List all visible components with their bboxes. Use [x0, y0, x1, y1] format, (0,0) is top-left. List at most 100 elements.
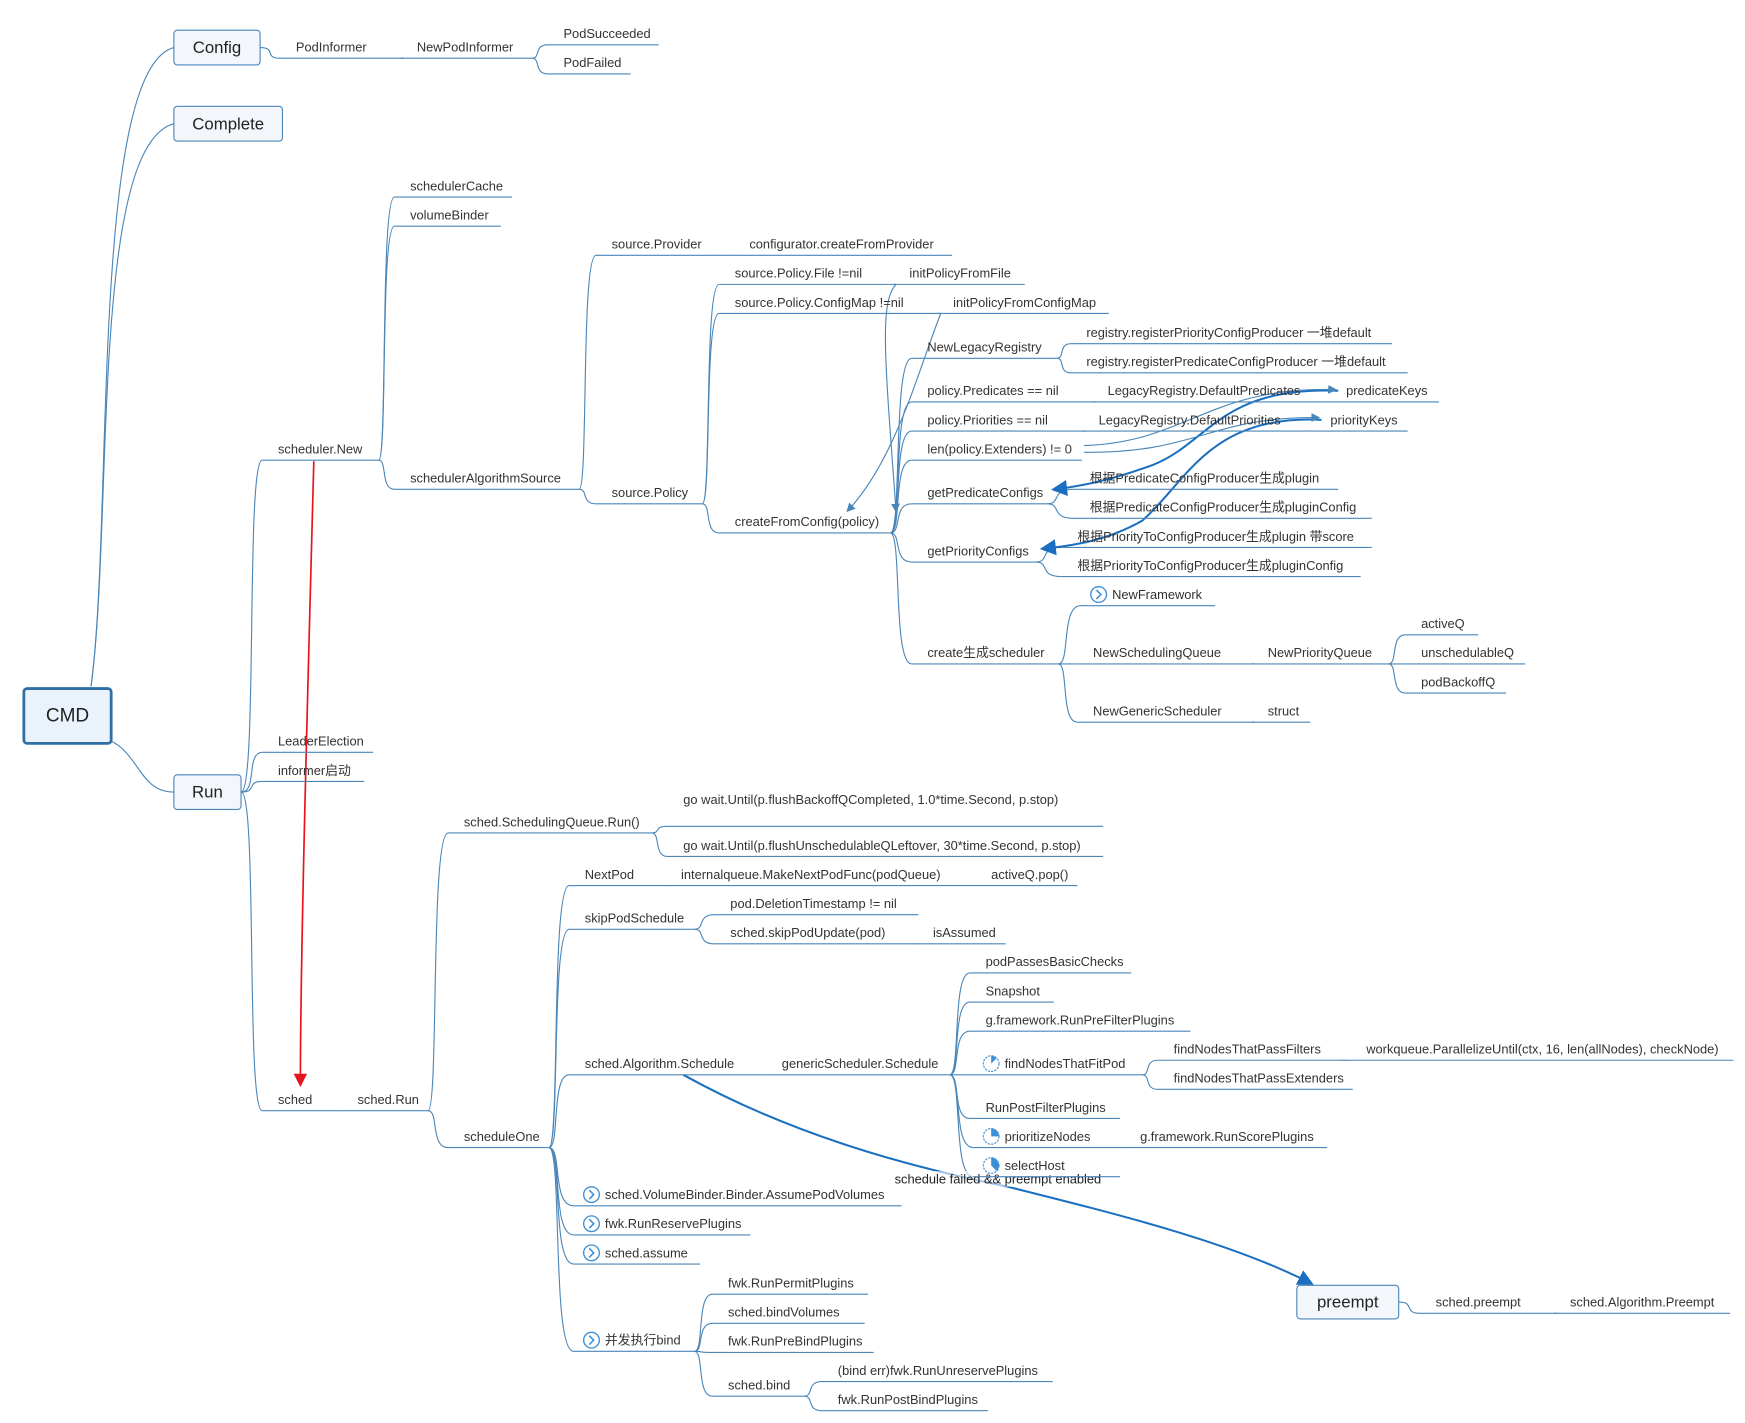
node-extenders[interactable]: len(policy.Extenders) != 0	[911, 441, 1082, 461]
node-priplugin[interactable]: 根据PriorityToConfigProducer生成plugin 带scor…	[1061, 529, 1372, 549]
node-skippodschedule[interactable]: skipPodSchedule	[569, 911, 695, 930]
node-podsucceeded[interactable]: PodSucceeded	[547, 26, 659, 46]
node-label: sched.bindVolumes	[728, 1305, 840, 1320]
node-schedulernew[interactable]: scheduler.New	[262, 441, 379, 461]
chevron-circle-icon[interactable]	[1090, 585, 1108, 604]
chevron-circle-icon[interactable]	[582, 1186, 600, 1204]
node-initpolicyfromconfigmap[interactable]: initPolicyFromConfigMap	[937, 295, 1109, 315]
node-podfailed[interactable]: PodFailed	[547, 55, 631, 75]
node-newlegacyregistry[interactable]: NewLegacyRegistry	[911, 340, 1058, 359]
node-defaultpredicates[interactable]: LegacyRegistry.DefaultPredicates	[1091, 383, 1311, 403]
node-createfromconfig[interactable]: createFromConfig(policy)	[719, 514, 891, 534]
node-scheduleone[interactable]: scheduleOne	[448, 1129, 549, 1149]
node-getpriorityconfigs[interactable]: getPriorityConfigs	[911, 543, 1036, 563]
node-sourceprovider[interactable]: source.Provider	[595, 237, 717, 256]
topic-config[interactable]: Config	[173, 29, 261, 66]
node-basicchecks[interactable]: podPassesBasicChecks	[969, 954, 1132, 974]
node-newframework[interactable]: NewFramework	[1080, 585, 1216, 607]
connector	[240, 791, 263, 1112]
node-policyfile[interactable]: source.Policy.File !=nil	[719, 266, 897, 285]
node-label: findNodesThatPassExtenders	[1174, 1071, 1344, 1086]
node-runscore[interactable]: g.framework.RunScorePlugins	[1124, 1129, 1328, 1149]
node-schedbind[interactable]: sched.bind	[712, 1377, 805, 1397]
chevron-circle-icon[interactable]	[582, 1215, 600, 1233]
node-initpolicyfromfile[interactable]: initPolicyFromFile	[893, 266, 1025, 285]
node-prefilter[interactable]: g.framework.RunPreFilterPlugins	[969, 1012, 1191, 1032]
node-parallelize[interactable]: workqueue.ParallelizeUntil(ctx, 16, len(…	[1350, 1042, 1734, 1061]
root-topic[interactable]: CMD	[22, 687, 113, 745]
node-postbind[interactable]: fwk.RunPostBindPlugins	[822, 1392, 988, 1412]
node-leaderelection[interactable]: LeaderElection	[262, 734, 374, 753]
node-struct[interactable]: struct	[1252, 703, 1311, 723]
node-pripluginconfig[interactable]: 根据PriorityToConfigProducer生成pluginConfig	[1061, 558, 1361, 578]
node-getpredicateconfigs[interactable]: getPredicateConfigs	[911, 485, 1048, 505]
node-policyconfigmap[interactable]: source.Policy.ConfigMap !=nil	[719, 295, 941, 315]
node-passfilters[interactable]: findNodesThatPassFilters	[1157, 1042, 1339, 1061]
node-bindvolumes[interactable]: sched.bindVolumes	[712, 1305, 865, 1324]
node-schedrun[interactable]: sched.Run	[341, 1092, 429, 1112]
node-activeqpop[interactable]: activeQ.pop()	[975, 867, 1078, 887]
node-newpodinformer[interactable]: NewPodInformer	[401, 40, 533, 59]
node-sched[interactable]: sched	[262, 1092, 342, 1112]
node-prioritykeys[interactable]: priorityKeys	[1314, 412, 1408, 432]
node-passextenders[interactable]: findNodesThatPassExtenders	[1157, 1071, 1353, 1090]
node-label: sched.bind	[728, 1377, 790, 1392]
node-informerstart[interactable]: informer启动	[262, 763, 365, 783]
node-bindconcurrent[interactable]: 并发执行bind	[573, 1331, 695, 1352]
node-defaultpriorities[interactable]: LegacyRegistry.DefaultPriorities	[1082, 412, 1305, 432]
node-predicatesnil[interactable]: policy.Predicates == nil	[911, 383, 1097, 403]
node-predicatekeys[interactable]: predicateKeys	[1330, 383, 1440, 403]
node-prioritiesnil[interactable]: policy.Priorities == nil	[911, 412, 1087, 432]
node-waitbackoff[interactable]: go wait.Until(p.flushBackoffQCompleted, …	[667, 792, 1104, 827]
chevron-circle-icon[interactable]	[582, 1244, 600, 1262]
node-label: priorityKeys	[1330, 412, 1397, 427]
node-findnodesfit[interactable]: findNodesThatFitPod	[973, 1055, 1143, 1076]
chevron-circle-icon[interactable]	[582, 1331, 600, 1349]
node-postfilter[interactable]: RunPostFilterPlugins	[969, 1100, 1120, 1120]
node-assume[interactable]: sched.assume	[573, 1244, 701, 1265]
node-label: policy.Priorities == nil	[927, 412, 1048, 427]
node-prioritizenodes[interactable]: prioritizeNodes	[973, 1127, 1120, 1149]
node-skippodupdate[interactable]: sched.skipPodUpdate(pod)	[714, 925, 919, 945]
node-podinformer[interactable]: PodInformer	[280, 40, 404, 59]
node-newschedulingqueue[interactable]: NewSchedulingQueue	[1077, 645, 1255, 665]
node-prebind[interactable]: fwk.RunPreBindPlugins	[712, 1334, 874, 1354]
node-unschedulableq[interactable]: unschedulableQ	[1405, 645, 1526, 665]
node-algpreempt[interactable]: sched.Algorithm.Preempt	[1554, 1295, 1731, 1314]
relationship-initpolicyfromfile-to-createfromconfig[interactable]	[884, 283, 900, 513]
node-deletiontimestamp[interactable]: pod.DeletionTimestamp != nil	[714, 896, 919, 916]
node-createscheduler[interactable]: create生成scheduler	[911, 645, 1059, 665]
node-snapshot[interactable]: Snapshot	[969, 983, 1054, 1003]
node-nextpod[interactable]: NextPod	[569, 867, 667, 887]
node-waitunsched[interactable]: go wait.Until(p.flushUnschedulableQLefto…	[667, 838, 1104, 858]
node-regpredicate[interactable]: registry.registerPredicateConfigProducer…	[1070, 354, 1408, 374]
node-isassumed[interactable]: isAssumed	[917, 925, 1006, 945]
node-activeq[interactable]: activeQ	[1405, 616, 1479, 636]
node-reserve[interactable]: fwk.RunReservePlugins	[573, 1215, 751, 1236]
node-volumebinder[interactable]: volumeBinder	[394, 207, 501, 227]
node-schedpreempt[interactable]: sched.preempt	[1419, 1295, 1557, 1314]
node-makenextpodfunc[interactable]: internalqueue.MakeNextPodFunc(podQueue)	[665, 867, 975, 887]
topic-preempt[interactable]: preempt	[1296, 1284, 1400, 1320]
node-unreserve[interactable]: (bind err)fwk.RunUnreservePlugins	[822, 1363, 1053, 1383]
topic-run[interactable]: Run	[173, 774, 242, 811]
node-newgenericscheduler[interactable]: NewGenericScheduler	[1077, 703, 1255, 723]
node-sourcepolicy[interactable]: source.Policy	[595, 485, 703, 505]
node-regpriority[interactable]: registry.registerPriorityConfigProducer …	[1070, 325, 1392, 345]
node-queuerun[interactable]: sched.SchedulingQueue.Run()	[448, 814, 652, 834]
topic-complete[interactable]: Complete	[173, 105, 284, 142]
node-predplugin[interactable]: 根据PredicateConfigProducer生成plugin	[1074, 471, 1339, 490]
node-predpluginconfig[interactable]: 根据PredicateConfigProducer生成pluginConfig	[1074, 500, 1372, 519]
node-assumevolumes[interactable]: sched.VolumeBinder.Binder.AssumePodVolum…	[573, 1186, 902, 1207]
node-permit[interactable]: fwk.RunPermitPlugins	[712, 1276, 869, 1295]
node-algsource[interactable]: schedulerAlgorithmSource	[394, 471, 580, 490]
node-newpriorityqueue[interactable]: NewPriorityQueue	[1252, 645, 1389, 665]
node-label: isAssumed	[933, 925, 996, 940]
node-genericschedule[interactable]: genericScheduler.Schedule	[766, 1056, 950, 1076]
node-algschedule[interactable]: sched.Algorithm.Schedule	[569, 1056, 762, 1076]
node-createfromprovider[interactable]: configurator.createFromProvider	[733, 237, 952, 256]
node-podbackoffq[interactable]: podBackoffQ	[1405, 674, 1507, 694]
node-schedulercache[interactable]: schedulerCache	[394, 178, 512, 198]
topic-label: Complete	[192, 114, 264, 133]
connector	[694, 1350, 713, 1397]
